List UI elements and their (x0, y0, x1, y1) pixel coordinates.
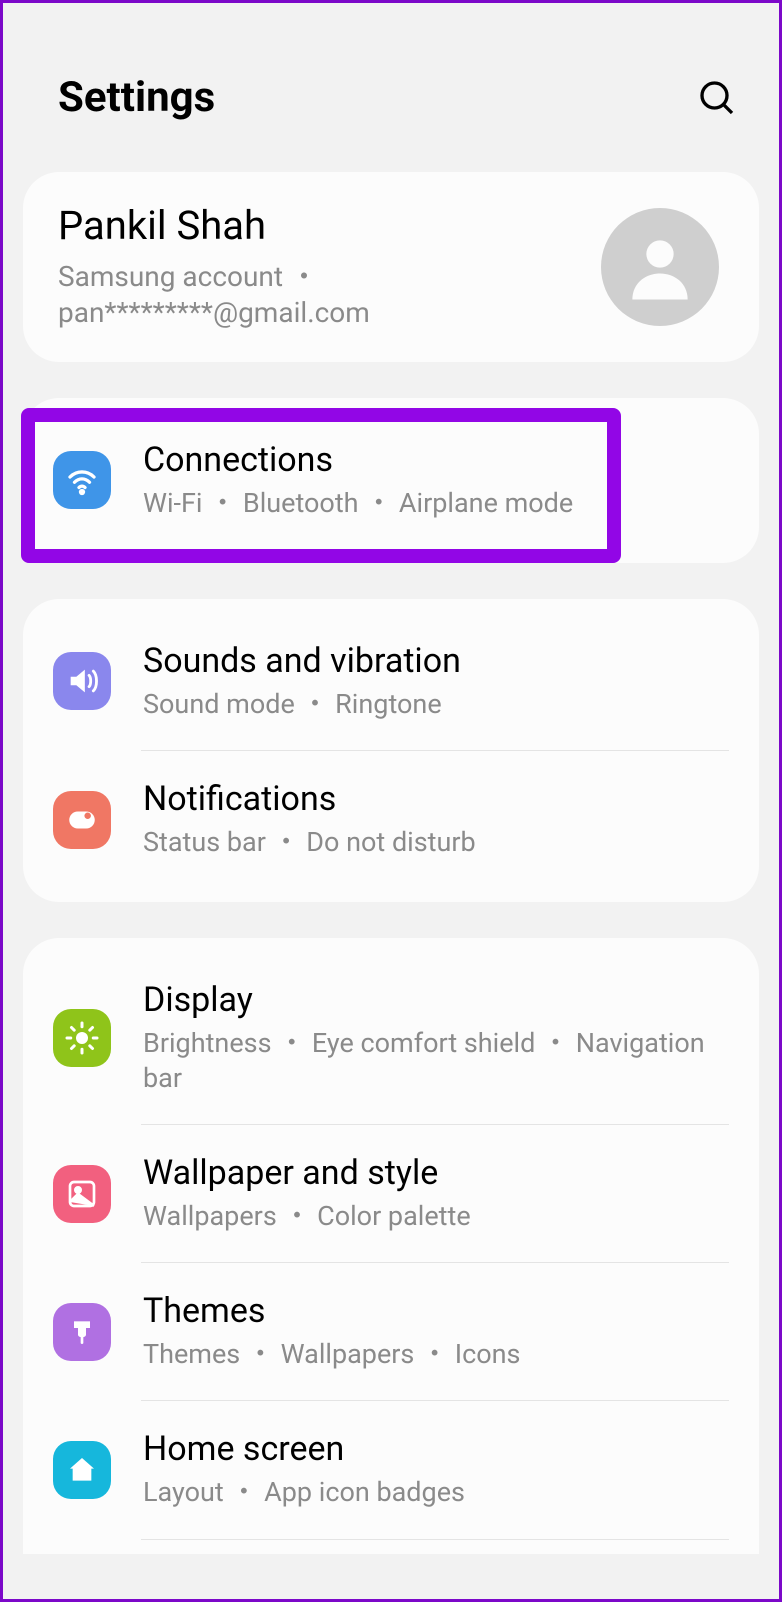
item-title: Notifications (143, 779, 729, 819)
item-subtitle: Status bar ・ Do not disturb (143, 825, 729, 860)
brush-icon (53, 1303, 111, 1361)
settings-item-themes[interactable]: Themes Themes ・ Wallpapers ・ Icons (23, 1263, 759, 1400)
item-title: Home screen (143, 1429, 729, 1469)
wifi-icon (53, 451, 111, 509)
item-text: Connections Wi-Fi ・ Bluetooth ・ Airplane… (143, 440, 729, 521)
item-subtitle: Sound mode ・ Ringtone (143, 687, 729, 722)
item-subtitle: Wallpapers ・ Color palette (143, 1199, 729, 1234)
item-subtitle: Themes ・ Wallpapers ・ Icons (143, 1337, 729, 1372)
search-button[interactable] (695, 76, 739, 120)
person-icon (621, 228, 699, 306)
display-group-card: Display Brightness ・ Eye comfort shield … (23, 938, 759, 1553)
item-title: Sounds and vibration (143, 641, 729, 681)
account-info: Pankil Shah Samsung account ・ pan*******… (58, 202, 601, 332)
account-card[interactable]: Pankil Shah Samsung account ・ pan*******… (23, 172, 759, 362)
item-text: Home screen Layout ・ App icon badges (143, 1429, 729, 1510)
settings-item-display[interactable]: Display Brightness ・ Eye comfort shield … (23, 952, 759, 1124)
account-name: Pankil Shah (58, 202, 581, 249)
divider (141, 1539, 729, 1540)
item-text: Notifications Status bar ・ Do not distur… (143, 779, 729, 860)
item-text: Sounds and vibration Sound mode ・ Ringto… (143, 641, 729, 722)
item-text: Wallpaper and style Wallpapers ・ Color p… (143, 1153, 729, 1234)
search-icon (697, 78, 737, 118)
item-title: Wallpaper and style (143, 1153, 729, 1193)
wallpaper-icon (53, 1165, 111, 1223)
settings-item-wallpaper[interactable]: Wallpaper and style Wallpapers ・ Color p… (23, 1125, 759, 1262)
item-title: Themes (143, 1291, 729, 1331)
brightness-icon (53, 1009, 111, 1067)
settings-item-home[interactable]: Home screen Layout ・ App icon badges (23, 1401, 759, 1538)
page-title: Settings (58, 73, 215, 122)
account-subtitle: Samsung account ・ pan*********@gmail.com (58, 259, 581, 332)
speaker-icon (53, 652, 111, 710)
item-title: Connections (143, 440, 729, 480)
settings-item-notifications[interactable]: Notifications Status bar ・ Do not distur… (23, 751, 759, 888)
connections-card: Connections Wi-Fi ・ Bluetooth ・ Airplane… (23, 398, 759, 563)
item-text: Display Brightness ・ Eye comfort shield … (143, 980, 729, 1096)
item-title: Display (143, 980, 729, 1020)
settings-item-sounds[interactable]: Sounds and vibration Sound mode ・ Ringto… (23, 613, 759, 750)
avatar (601, 208, 719, 326)
item-subtitle: Layout ・ App icon badges (143, 1475, 729, 1510)
home-icon (53, 1441, 111, 1499)
notification-icon (53, 791, 111, 849)
item-text: Themes Themes ・ Wallpapers ・ Icons (143, 1291, 729, 1372)
item-subtitle: Brightness ・ Eye comfort shield ・ Naviga… (143, 1026, 729, 1096)
header: Settings (3, 3, 779, 172)
settings-item-connections[interactable]: Connections Wi-Fi ・ Bluetooth ・ Airplane… (23, 412, 759, 549)
sounds-notifications-card: Sounds and vibration Sound mode ・ Ringto… (23, 599, 759, 902)
item-subtitle: Wi-Fi ・ Bluetooth ・ Airplane mode (143, 486, 729, 521)
